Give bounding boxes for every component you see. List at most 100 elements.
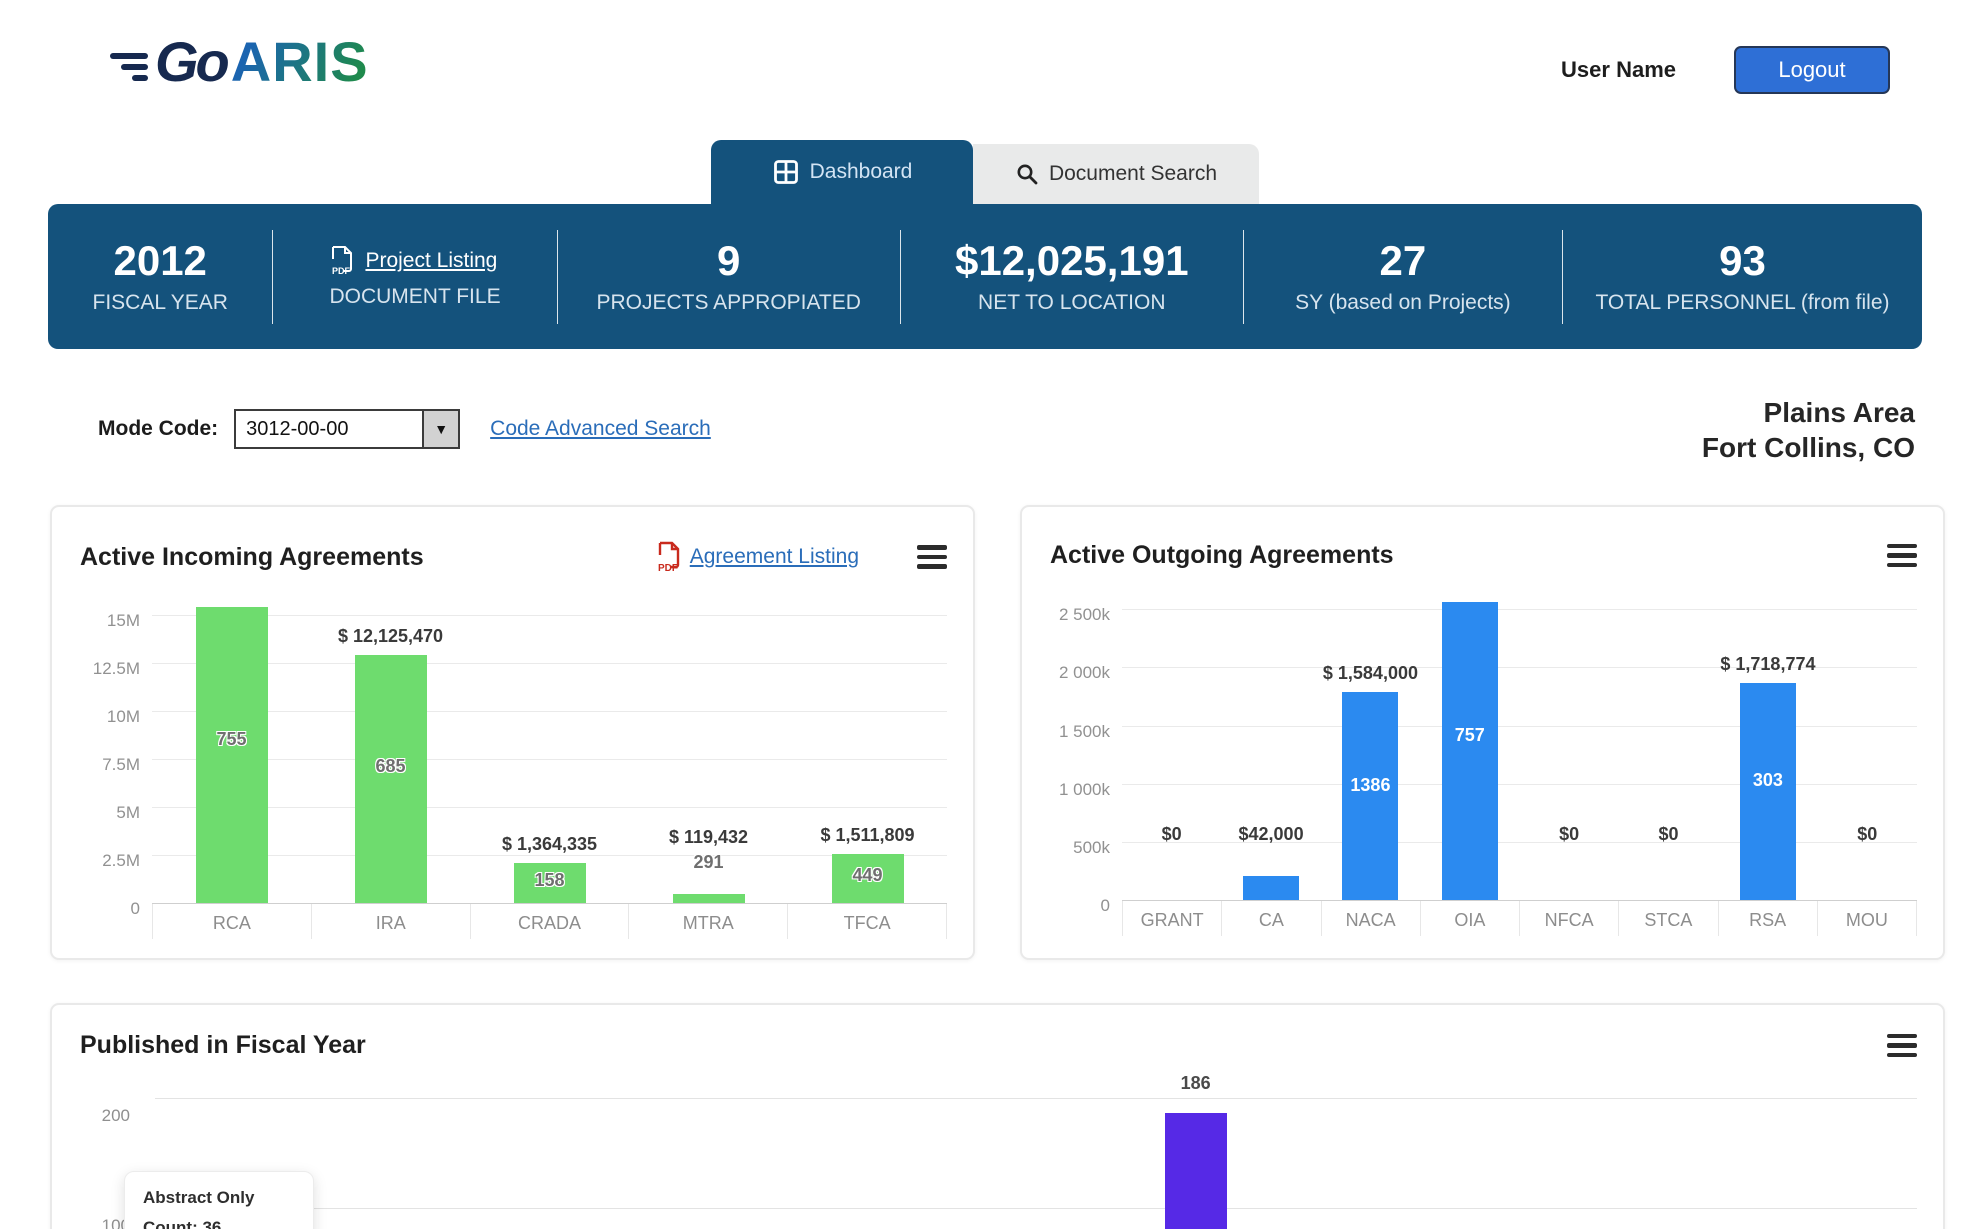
bar-slot-stca: $094 (1619, 600, 1718, 900)
logo-text-aris: ARIS (231, 34, 369, 90)
chevron-down-icon[interactable]: ▼ (422, 411, 458, 447)
code-advanced-search-link[interactable]: Code Advanced Search (490, 417, 711, 441)
x-category-label: TFCA (787, 903, 947, 939)
count-label: 158 (470, 870, 629, 891)
filter-row: Mode Code: 3012-00-00 ▼ Code Advanced Se… (98, 395, 1915, 465)
bar-slot-oia: 757 (1420, 600, 1519, 900)
pdf-file-icon: PDF (656, 541, 682, 573)
goaris-logo: Go ARIS (110, 34, 369, 90)
amount-label: $0 (1793, 824, 1942, 845)
incoming-chart-menu-icon[interactable] (917, 545, 947, 569)
outgoing-chart-menu-icon[interactable] (1887, 544, 1917, 568)
chart-tooltip: Abstract Only Count: 36 (124, 1171, 314, 1229)
y-tick-label: 5M (116, 803, 140, 823)
mode-code-label: Mode Code: (98, 417, 218, 441)
x-category-label: STCA (1618, 900, 1717, 936)
app-header: Go ARIS User Name Logout (0, 0, 1970, 104)
published-chart-menu-icon[interactable] (1887, 1034, 1917, 1058)
bar-slot-mou: $027 (1818, 600, 1917, 900)
mode-code-value: 3012-00-00 (236, 411, 422, 447)
bar-oia[interactable] (1442, 602, 1498, 900)
count-label: 291 (629, 852, 788, 873)
projects-value: 9 (717, 238, 740, 284)
x-category-label: RSA (1718, 900, 1817, 936)
count-label: 94 (1619, 849, 1718, 870)
location-block: Plains Area Fort Collins, CO (1702, 395, 1915, 465)
bar-slot-ira: $ 12,125,470685 (311, 603, 470, 903)
net-value: $12,025,191 (955, 238, 1189, 284)
published-chart: 200 100 186 Abstract Only Count: 36 (80, 1064, 1917, 1229)
project-listing-link[interactable]: Project Listing (365, 249, 497, 273)
count-label: 298 (1221, 849, 1320, 870)
x-category-label: NACA (1321, 900, 1420, 936)
y-tick-label: 0 (1101, 896, 1110, 916)
bar-naca[interactable] (1342, 692, 1398, 900)
bar-published[interactable] (1165, 1113, 1227, 1229)
svg-text:PDF: PDF (658, 563, 678, 573)
count-label: 301 (1520, 849, 1619, 870)
tab-dashboard-label: Dashboard (810, 160, 913, 184)
tab-document-search-label: Document Search (1049, 162, 1217, 186)
logo-text-go: Go (155, 34, 227, 90)
sy-label: SY (based on Projects) (1295, 291, 1511, 315)
personnel-label: TOTAL PERSONNEL (from file) (1595, 291, 1889, 315)
x-category-label: CRADA (470, 903, 629, 939)
fiscal-year-label: FISCAL YEAR (93, 291, 228, 315)
x-category-label: CA (1221, 900, 1320, 936)
fiscal-year-value: 2012 (113, 238, 206, 284)
personnel-value: 93 (1719, 238, 1766, 284)
stat-fiscal-year: 2012 FISCAL YEAR (48, 238, 272, 314)
incoming-agreements-card: Active Incoming Agreements PDF Agreement… (50, 505, 975, 960)
bar-slot-ca: $42,000298 (1221, 600, 1320, 900)
outgoing-agreements-card: Active Outgoing Agreements 2 500k 2 000k 1… (1020, 505, 1945, 960)
y-tick-label: 0 (131, 899, 140, 919)
stat-total-personnel: 93 TOTAL PERSONNEL (from file) (1563, 238, 1922, 314)
count-label: 685 (311, 756, 470, 777)
bar-slot-rca: 755 (152, 603, 311, 903)
y-tick-label: 15M (107, 611, 140, 631)
svg-text:PDF: PDF (332, 266, 351, 276)
y-tick-label: 1 500k (1059, 722, 1110, 742)
bar-rca[interactable] (196, 607, 268, 903)
pdf-file-icon: PDF (329, 245, 355, 277)
published-card-title: Published in Fiscal Year (80, 1031, 366, 1060)
tooltip-count: Count: 36 (143, 1218, 295, 1229)
search-icon (1015, 162, 1039, 186)
bar-ca[interactable] (1243, 876, 1299, 900)
outgoing-card-title: Active Outgoing Agreements (1050, 541, 1394, 570)
bar-rsa[interactable] (1740, 683, 1796, 900)
stat-projects-appropriated: 9 PROJECTS APPROPIATED (558, 238, 900, 314)
bar-slot-grant: $00 (1122, 600, 1221, 900)
incoming-card-title: Active Incoming Agreements (80, 543, 424, 572)
count-label: 0 (1122, 849, 1221, 870)
tab-document-search[interactable]: Document Search (973, 144, 1259, 204)
incoming-agreements-chart: 15M12.5M10M7.5M5M2.5M0 755$ 12,125,47068… (80, 603, 947, 939)
main-tabs: Dashboard Document Search (0, 140, 1970, 204)
y-tick-label: 2 000k (1059, 663, 1110, 683)
location-area: Plains Area (1702, 395, 1915, 430)
count-label: 755 (152, 729, 311, 750)
bar-mtra[interactable] (673, 894, 745, 903)
dashboard-main: Active Incoming Agreements PDF Agreement… (0, 505, 1970, 1229)
stat-document-file: PDF Project Listing DOCUMENT FILE (273, 245, 556, 309)
bar-slot-naca: $ 1,584,0001386 (1321, 600, 1420, 900)
y-tick-label: 12.5M (93, 659, 140, 679)
x-category-label: MTRA (628, 903, 787, 939)
y-tick-label: 200 (80, 1106, 130, 1126)
user-name: User Name (1561, 57, 1676, 83)
agreement-listing-link[interactable]: Agreement Listing (690, 545, 859, 569)
stat-net-to-location: $12,025,191 NET TO LOCATION (901, 238, 1243, 314)
x-category-label: RCA (152, 903, 311, 939)
mode-code-select[interactable]: 3012-00-00 ▼ (234, 409, 460, 449)
location-city: Fort Collins, CO (1702, 430, 1915, 465)
tab-dashboard[interactable]: Dashboard (711, 140, 973, 204)
count-label: 27 (1818, 849, 1917, 870)
x-category-label: GRANT (1122, 900, 1221, 936)
count-label: 757 (1420, 725, 1519, 746)
logout-button[interactable]: Logout (1734, 46, 1890, 94)
tooltip-title: Abstract Only (143, 1188, 295, 1208)
published-plot-area: 186 (155, 1064, 1917, 1229)
bar-slot-mtra: $ 119,432291 (629, 603, 788, 903)
bar-ira[interactable] (355, 655, 427, 903)
y-tick-label: 2 500k (1059, 605, 1110, 625)
